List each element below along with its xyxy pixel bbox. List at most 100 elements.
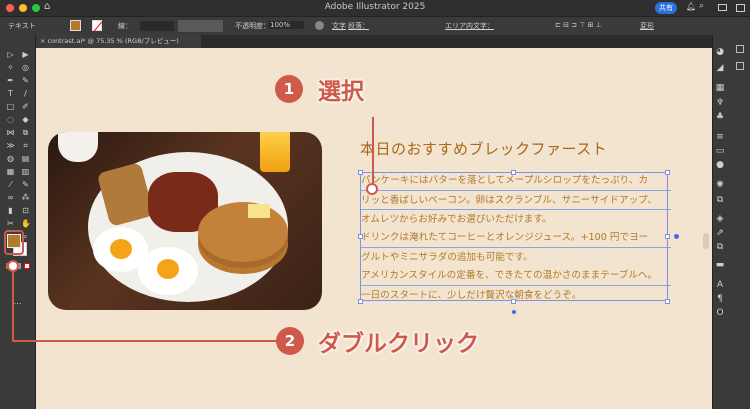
free-transform-icon[interactable]: ⌗	[21, 141, 30, 150]
measure-icon[interactable]: ✎	[21, 180, 30, 189]
gradient-tool-icon[interactable]: ▥	[21, 167, 30, 176]
paragraph-link[interactable]: 段落：	[348, 21, 369, 31]
search-icon[interactable]: ⌕	[699, 1, 704, 11]
pen-tool-icon[interactable]: ✒	[6, 76, 15, 85]
rotate-tool-icon[interactable]: ⋈	[6, 128, 15, 137]
perspective-icon[interactable]: ▤	[21, 154, 30, 163]
selection-tool-icon[interactable]: ▷	[6, 50, 15, 59]
orange-juice	[260, 132, 290, 172]
recolor-icon[interactable]	[315, 21, 324, 30]
window-title: Adobe Illustrator 2025	[324, 2, 426, 12]
shaper-tool-icon[interactable]: ◌	[6, 115, 15, 124]
libraries-icon[interactable]	[736, 62, 744, 70]
image-trace-icon[interactable]: ⧉	[715, 195, 725, 205]
slice-tool-icon[interactable]: ✂	[6, 219, 15, 228]
brushes-icon[interactable]: ♆	[715, 98, 725, 108]
rectangle-tool-icon[interactable]: □	[6, 102, 15, 111]
character-panel-icon[interactable]: A	[715, 280, 725, 290]
document-tab-title: contrast.ai* @ 75.35 % (RGB/プレビュー)	[47, 37, 179, 45]
tools-panel: ▷ ▶ ✧ ◎ ✒ ✎ T / □ ✐ ◌ ◆ ⋈ ⧉ ≫ ⌗ ◍ ▤ ▦ ▥ …	[0, 35, 36, 409]
graphic-styles-icon[interactable]: ◢	[715, 63, 725, 73]
none-mode-icon[interactable]	[24, 263, 30, 269]
hand-tool-icon[interactable]: ✋	[21, 219, 31, 228]
thread-port[interactable]	[674, 234, 679, 239]
resize-handle[interactable]	[665, 234, 670, 239]
brush-select[interactable]	[178, 20, 223, 32]
resize-handle[interactable]	[511, 170, 516, 175]
blend-tool-icon[interactable]: ∞	[6, 193, 15, 202]
gradient-panel-icon[interactable]: ▭	[715, 146, 725, 156]
export-icon[interactable]: ⇗	[715, 228, 725, 238]
resize-handle[interactable]	[358, 170, 363, 175]
layers-icon[interactable]: ◈	[715, 214, 725, 224]
graph-tool-icon[interactable]: ▮	[6, 206, 15, 215]
breakfast-photo	[48, 132, 322, 310]
coffee-cup	[58, 132, 98, 162]
document-tab[interactable]: × contrast.ai* @ 75.35 % (RGB/プレビュー)	[36, 35, 201, 48]
transform-link[interactable]: 変形	[640, 21, 654, 31]
step-2-pointer	[7, 260, 19, 272]
eraser-icon[interactable]: ◆	[21, 115, 30, 124]
scale-tool-icon[interactable]: ⧉	[21, 128, 30, 137]
step-1-label: 選択	[318, 79, 364, 105]
mesh-tool-icon[interactable]: ▦	[6, 167, 15, 176]
comments-icon[interactable]: ▬	[715, 260, 725, 270]
mode-label: テキスト	[8, 22, 36, 30]
opentype-icon[interactable]: O	[715, 308, 725, 318]
title-bar: ⌂ Adobe Illustrator 2025 共有 🔔︎ ⌕	[0, 0, 750, 17]
opacity-label: 不透明度：	[235, 22, 270, 30]
resize-handle[interactable]	[358, 299, 363, 304]
pancakes	[198, 202, 288, 262]
area-type-link[interactable]: エリア内文字：	[445, 21, 494, 31]
resize-handle[interactable]	[358, 234, 363, 239]
share-button[interactable]: 共有	[655, 2, 677, 14]
magic-wand-icon[interactable]: ✧	[6, 63, 15, 72]
fill-swatch-highlight	[4, 230, 24, 255]
close-tab-icon[interactable]: ×	[40, 37, 48, 45]
eyedropper-icon[interactable]: ⁄	[6, 180, 15, 189]
artboard-heading[interactable]: 本日のおすすめブレックファースト	[360, 138, 607, 159]
anchor-point[interactable]	[512, 310, 516, 314]
properties-icon[interactable]	[736, 45, 744, 53]
stroke-panel-icon[interactable]: ≡	[715, 132, 725, 142]
symbol-sprayer-icon[interactable]: ⁂	[21, 193, 30, 202]
step-1-line	[372, 117, 374, 185]
type-tool-icon[interactable]: T	[6, 89, 15, 98]
vertical-scrollbar[interactable]	[703, 233, 709, 249]
bell-icon[interactable]: 🔔︎	[686, 2, 696, 11]
paragraph-panel-icon[interactable]: ¶	[715, 294, 725, 304]
shape-builder-icon[interactable]: ◍	[6, 154, 15, 163]
transparency-icon[interactable]: ●	[715, 160, 725, 170]
curvature-tool-icon[interactable]: ✎	[21, 76, 30, 85]
width-tool-icon[interactable]: ≫	[6, 141, 15, 150]
panel-toggle-icon[interactable]	[736, 4, 745, 12]
lasso-icon[interactable]: ◎	[21, 63, 30, 72]
appearance-icon[interactable]: ◕	[715, 47, 725, 57]
step-1-pointer	[366, 183, 378, 195]
stroke-none-swatch[interactable]	[92, 20, 103, 32]
resize-handle[interactable]	[665, 299, 670, 304]
fried-egg-2	[138, 247, 198, 295]
swatches-icon[interactable]: ▦	[715, 83, 725, 93]
step-2-line-horizontal	[12, 340, 278, 342]
step-2-badge: 2	[276, 327, 304, 355]
artboard-tool-icon[interactable]: ⊡	[21, 206, 30, 215]
stroke-weight-input[interactable]	[140, 21, 174, 31]
resize-handle[interactable]	[511, 299, 516, 304]
workspace-icon[interactable]	[718, 4, 727, 11]
align-icons[interactable]: ⊏ ⊟ ⊐ ⊤ ⊞ ⊥	[555, 21, 602, 29]
symbols-icon[interactable]: ♣	[715, 112, 725, 122]
artboards-icon[interactable]: ⧉	[715, 242, 725, 252]
paintbrush-icon[interactable]: ✐	[21, 102, 30, 111]
step-2-line-vertical	[12, 270, 14, 341]
step-2-label: ダブルクリック	[318, 331, 479, 357]
resize-handle[interactable]	[665, 170, 670, 175]
fill-color-swatch[interactable]	[70, 20, 81, 31]
direct-selection-tool-icon[interactable]: ▶	[21, 50, 30, 59]
text-frame-selection[interactable]	[360, 172, 668, 301]
more-tools-icon[interactable]: ⋯	[13, 299, 22, 308]
character-link[interactable]: 文字	[332, 21, 346, 31]
line-tool-icon[interactable]: /	[21, 89, 30, 98]
color-guide-icon[interactable]: ✺	[715, 180, 725, 190]
opacity-input[interactable]: 100%	[268, 21, 305, 29]
